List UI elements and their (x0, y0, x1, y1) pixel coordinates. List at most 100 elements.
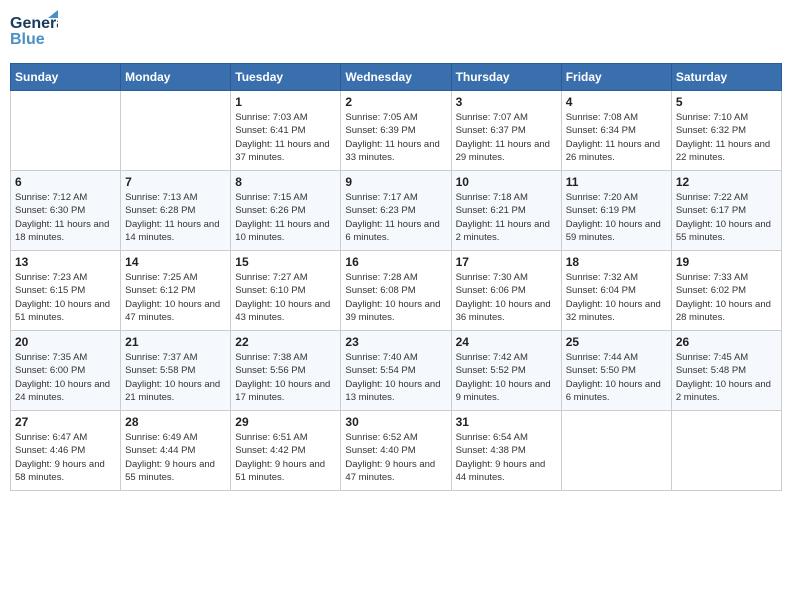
calendar-cell: 1 Sunrise: 7:03 AM Sunset: 6:41 PM Daylig… (231, 91, 341, 171)
day-number: 29 (235, 415, 336, 429)
cell-content: Sunrise: 7:25 AM Sunset: 6:12 PM Dayligh… (125, 271, 226, 324)
day-number: 8 (235, 175, 336, 189)
calendar-cell: 30 Sunrise: 6:52 AM Sunset: 4:40 PM Dayli… (341, 411, 451, 491)
cell-content: Sunrise: 7:03 AM Sunset: 6:41 PM Dayligh… (235, 111, 336, 164)
cell-content: Sunrise: 6:52 AM Sunset: 4:40 PM Dayligh… (345, 431, 446, 484)
calendar-cell: 17Sunrise: 7:30 AM Sunset: 6:06 PM Dayli… (451, 251, 561, 331)
day-number: 17 (456, 255, 557, 269)
day-number: 11 (566, 175, 667, 189)
day-number: 15 (235, 255, 336, 269)
day-header: Sunday (11, 64, 121, 91)
day-number: 3 (456, 95, 557, 109)
cell-content: Sunrise: 6:51 AM Sunset: 4:42 PM Dayligh… (235, 431, 336, 484)
calendar-cell: 13 Sunrise: 7:23 AM Sunset: 6:15 PM Dayli… (11, 251, 121, 331)
cell-content: Sunrise: 7:07 AM Sunset: 6:37 PM Dayligh… (456, 111, 557, 164)
day-number: 10 (456, 175, 557, 189)
day-number: 1 (235, 95, 336, 109)
day-number: 25 (566, 335, 667, 349)
calendar-cell: 16 Sunrise: 7:28 AM Sunset: 6:08 PM Dayli… (341, 251, 451, 331)
day-header: Wednesday (341, 64, 451, 91)
day-header: Monday (121, 64, 231, 91)
day-header: Tuesday (231, 64, 341, 91)
calendar-cell: 4 Sunrise: 7:08 AM Sunset: 6:34 PM Daylig… (561, 91, 671, 171)
day-number: 6 (15, 175, 116, 189)
cell-content: Sunrise: 7:15 AM Sunset: 6:26 PM Dayligh… (235, 191, 336, 244)
day-header: Saturday (671, 64, 781, 91)
calendar-cell: 6 Sunrise: 7:12 AM Sunset: 6:30 PM Daylig… (11, 171, 121, 251)
cell-content: Sunrise: 7:10 AM Sunset: 6:32 PM Dayligh… (676, 111, 777, 164)
calendar-cell (11, 91, 121, 171)
calendar-cell: 22 Sunrise: 7:38 AM Sunset: 5:56 PM Dayli… (231, 331, 341, 411)
day-number: 16 (345, 255, 446, 269)
day-number: 5 (676, 95, 777, 109)
cell-content: Sunrise: 7:44 AM Sunset: 5:50 PM Dayligh… (566, 351, 667, 404)
cell-content: Sunrise: 7:38 AM Sunset: 5:56 PM Dayligh… (235, 351, 336, 404)
cell-content: Sunrise: 7:35 AM Sunset: 6:00 PM Dayligh… (15, 351, 116, 404)
calendar-table: SundayMondayTuesdayWednesdayThursdayFrid… (10, 63, 782, 491)
day-number: 19 (676, 255, 777, 269)
cell-content: Sunrise: 7:28 AM Sunset: 6:08 PM Dayligh… (345, 271, 446, 324)
calendar-cell: 2Sunrise: 7:05 AM Sunset: 6:39 PM Daylig… (341, 91, 451, 171)
calendar-cell (671, 411, 781, 491)
day-header: Thursday (451, 64, 561, 91)
day-number: 21 (125, 335, 226, 349)
calendar-cell: 3 Sunrise: 7:07 AM Sunset: 6:37 PM Daylig… (451, 91, 561, 171)
day-number: 22 (235, 335, 336, 349)
cell-content: Sunrise: 7:42 AM Sunset: 5:52 PM Dayligh… (456, 351, 557, 404)
calendar-cell: 24Sunrise: 7:42 AM Sunset: 5:52 PM Dayli… (451, 331, 561, 411)
svg-text:Blue: Blue (10, 31, 45, 48)
logo: General Blue (10, 10, 62, 55)
cell-content: Sunrise: 7:23 AM Sunset: 6:15 PM Dayligh… (15, 271, 116, 324)
cell-content: Sunrise: 7:13 AM Sunset: 6:28 PM Dayligh… (125, 191, 226, 244)
calendar-cell: 29 Sunrise: 6:51 AM Sunset: 4:42 PM Dayli… (231, 411, 341, 491)
day-number: 26 (676, 335, 777, 349)
calendar-cell: 20Sunrise: 7:35 AM Sunset: 6:00 PM Dayli… (11, 331, 121, 411)
cell-content: Sunrise: 7:27 AM Sunset: 6:10 PM Dayligh… (235, 271, 336, 324)
day-number: 14 (125, 255, 226, 269)
calendar-cell: 18 Sunrise: 7:32 AM Sunset: 6:04 PM Dayli… (561, 251, 671, 331)
calendar-cell: 5 Sunrise: 7:10 AM Sunset: 6:32 PM Daylig… (671, 91, 781, 171)
day-number: 30 (345, 415, 446, 429)
calendar-cell: 27 Sunrise: 6:47 AM Sunset: 4:46 PM Dayli… (11, 411, 121, 491)
cell-content: Sunrise: 7:33 AM Sunset: 6:02 PM Dayligh… (676, 271, 777, 324)
calendar-cell: 11 Sunrise: 7:20 AM Sunset: 6:19 PM Dayli… (561, 171, 671, 251)
day-number: 7 (125, 175, 226, 189)
calendar-cell (121, 91, 231, 171)
calendar-cell (561, 411, 671, 491)
cell-content: Sunrise: 6:47 AM Sunset: 4:46 PM Dayligh… (15, 431, 116, 484)
calendar-cell: 9 Sunrise: 7:17 AM Sunset: 6:23 PM Daylig… (341, 171, 451, 251)
calendar-cell: 25 Sunrise: 7:44 AM Sunset: 5:50 PM Dayli… (561, 331, 671, 411)
cell-content: Sunrise: 7:20 AM Sunset: 6:19 PM Dayligh… (566, 191, 667, 244)
cell-content: Sunrise: 6:54 AM Sunset: 4:38 PM Dayligh… (456, 431, 557, 484)
calendar-cell: 15 Sunrise: 7:27 AM Sunset: 6:10 PM Dayli… (231, 251, 341, 331)
cell-content: Sunrise: 7:12 AM Sunset: 6:30 PM Dayligh… (15, 191, 116, 244)
cell-content: Sunrise: 6:49 AM Sunset: 4:44 PM Dayligh… (125, 431, 226, 484)
day-number: 9 (345, 175, 446, 189)
calendar-cell: 14 Sunrise: 7:25 AM Sunset: 6:12 PM Dayli… (121, 251, 231, 331)
calendar-cell: 8 Sunrise: 7:15 AM Sunset: 6:26 PM Daylig… (231, 171, 341, 251)
calendar-cell: 7 Sunrise: 7:13 AM Sunset: 6:28 PM Daylig… (121, 171, 231, 251)
cell-content: Sunrise: 7:32 AM Sunset: 6:04 PM Dayligh… (566, 271, 667, 324)
day-number: 13 (15, 255, 116, 269)
cell-content: Sunrise: 7:05 AM Sunset: 6:39 PM Dayligh… (345, 111, 446, 164)
cell-content: Sunrise: 7:37 AM Sunset: 5:58 PM Dayligh… (125, 351, 226, 404)
page-header: General Blue (10, 10, 782, 55)
day-number: 4 (566, 95, 667, 109)
day-number: 27 (15, 415, 116, 429)
calendar-cell: 31 Sunrise: 6:54 AM Sunset: 4:38 PM Dayli… (451, 411, 561, 491)
calendar-cell: 10 Sunrise: 7:18 AM Sunset: 6:21 PM Dayli… (451, 171, 561, 251)
cell-content: Sunrise: 7:18 AM Sunset: 6:21 PM Dayligh… (456, 191, 557, 244)
cell-content: Sunrise: 7:45 AM Sunset: 5:48 PM Dayligh… (676, 351, 777, 404)
cell-content: Sunrise: 7:40 AM Sunset: 5:54 PM Dayligh… (345, 351, 446, 404)
calendar-cell: 12Sunrise: 7:22 AM Sunset: 6:17 PM Dayli… (671, 171, 781, 251)
day-number: 18 (566, 255, 667, 269)
day-header: Friday (561, 64, 671, 91)
calendar-cell: 26 Sunrise: 7:45 AM Sunset: 5:48 PM Dayli… (671, 331, 781, 411)
calendar-cell: 23 Sunrise: 7:40 AM Sunset: 5:54 PM Dayli… (341, 331, 451, 411)
cell-content: Sunrise: 7:22 AM Sunset: 6:17 PM Dayligh… (676, 191, 777, 244)
day-number: 23 (345, 335, 446, 349)
cell-content: Sunrise: 7:17 AM Sunset: 6:23 PM Dayligh… (345, 191, 446, 244)
cell-content: Sunrise: 7:08 AM Sunset: 6:34 PM Dayligh… (566, 111, 667, 164)
day-number: 31 (456, 415, 557, 429)
calendar-cell: 21 Sunrise: 7:37 AM Sunset: 5:58 PM Dayli… (121, 331, 231, 411)
